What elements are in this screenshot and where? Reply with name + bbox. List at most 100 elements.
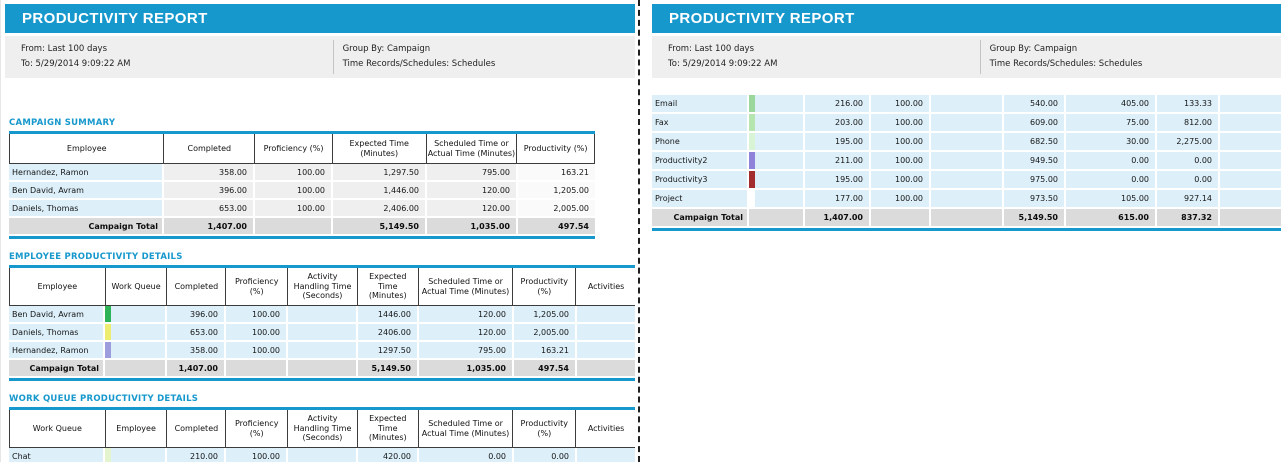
cell-value: 2,406.00 [333,200,427,216]
cell-value: 949.50 [1004,152,1066,169]
cell-value: 100.00 [226,342,288,358]
cell-value: 100.00 [871,152,931,169]
series-color-bar [105,448,111,462]
row-label: Hernandez, Ramon [9,342,105,358]
info-date-range: From: Last 100 days To: 5/29/2014 9:09:2… [5,36,333,78]
row-label: Fax [652,114,749,131]
cell-value: 100.00 [226,306,288,322]
cell-value: 0.00 [514,448,577,462]
info-date-range: From: Last 100 days To: 5/29/2014 9:09:2… [652,36,980,78]
table-row: Phone 195.00 100.00 682.50 30.00 2,275.00 [652,133,1281,150]
table-bottom-rule [9,236,595,239]
column-header: Productivity (%) [523,143,588,153]
cell-value: 120.00 [419,324,514,340]
cell-value: 100.00 [871,133,931,150]
cell-value [288,360,358,376]
cell-value: 100.00 [255,164,333,180]
column-header: Employee [10,134,165,163]
info-from: From: Last 100 days [668,44,755,54]
table-bottom-rule [652,228,1281,231]
info-time-records: Time Records/Schedules: Schedules [342,59,496,69]
column-header: Scheduled Time or Actual Time (Minutes) [419,268,514,305]
info-divider [979,40,981,74]
series-color-bar [749,114,755,131]
cell-value: 100.00 [255,182,333,198]
report-title-bar: PRODUCTIVITY REPORT [5,4,635,33]
cell-value: 216.00 [805,95,871,112]
info-from: From: Last 100 days [21,44,108,54]
report-title: PRODUCTIVITY REPORT [669,10,855,27]
cell-value: 1,407.00 [167,360,226,376]
report-title-bar: PRODUCTIVITY REPORT [652,4,1281,33]
cell-value: 1,446.00 [333,182,427,198]
table-row: Productivity3 195.00 100.00 975.00 0.00 0.00 [652,171,1281,188]
info-grouping: Group By: Campaign Time Records/Schedule… [333,36,496,78]
section-campaign-summary: CAMPAIGN SUMMARY Employee Completed Profic… [5,118,635,239]
section-work-queue-details: WORK QUEUE PRODUCTIVITY DETAILS Work Que… [5,394,635,462]
cell-value [1220,209,1281,226]
section-employee-details: EMPLOYEE PRODUCTIVITY DETAILS Employee Wo… [5,252,635,381]
row-label: Phone [652,133,749,150]
row-label: Productivity3 [652,171,749,188]
table-bottom-rule [9,378,635,381]
report-info-bar: From: Last 100 days To: 5/29/2014 9:09:2… [652,36,1281,78]
cell-value: 75.00 [1066,114,1157,131]
cell-value [105,360,167,376]
column-header: Scheduled Time or Actual Time (Minutes) [427,134,518,163]
report-title: PRODUCTIVITY REPORT [22,10,208,27]
cell-value: 100.00 [871,190,931,207]
info-time-records: Time Records/Schedules: Schedules [989,59,1143,69]
table-row: Project 177.00 100.00 973.50 105.00 927.14 [652,190,1281,207]
cell-value: 100.00 [226,324,288,340]
section-title-campaign-summary: CAMPAIGN SUMMARY [9,118,116,128]
cell-value: 2406.00 [358,324,419,340]
cell-value: 1,407.00 [164,218,255,234]
cell-value: 682.50 [1004,133,1066,150]
row-label: Daniels, Thomas [9,324,105,340]
campaign-summary-table: Employee Completed Proficiency (%) Expected… [9,134,595,239]
cell-value [577,342,635,358]
cell-value: 120.00 [419,306,514,322]
table-row: Daniels, Thomas 653.00 100.00 2406.00 120.00… [9,324,635,340]
column-header: Proficiency (%) [226,410,289,447]
info-group-by: Group By: Campaign [989,44,1078,54]
cell-value: 0.00 [1157,152,1220,169]
cell-value [749,114,805,131]
cell-value [288,342,358,358]
column-header: Employee [10,268,106,305]
cell-value: 1,205.00 [518,182,595,198]
cell-value: 1,205.00 [514,306,577,322]
cell-value: 0.00 [1066,171,1157,188]
cell-value: 497.54 [518,218,595,234]
cell-value [255,218,333,234]
total-row: Campaign Total 1,407.00 5,149.50 615.00 837.… [652,209,1281,226]
cell-value [931,190,1004,207]
column-header: Employee [106,410,168,447]
cell-value: 0.00 [1157,171,1220,188]
cell-value: 837.32 [1157,209,1220,226]
cell-value [577,324,635,340]
cell-value [871,209,931,226]
total-row: Campaign Total 1,407.00 5,149.50 1,035.00 49… [9,360,635,376]
row-label: Chat [9,448,105,462]
cell-value: 5,149.50 [333,218,427,234]
cell-value: 210.00 [167,448,226,462]
cell-value: 163.21 [518,164,595,180]
cell-value: 358.00 [164,164,255,180]
series-color-bar [749,152,755,169]
series-color-bar [105,342,111,358]
cell-value: 812.00 [1157,114,1220,131]
cell-value: 2,275.00 [1157,133,1220,150]
cell-value [931,171,1004,188]
work-queue-continued-table: Email 216.00 100.00 540.00 405.00 133.33 Fax 20… [652,95,1281,231]
cell-value: 105.00 [1066,190,1157,207]
cell-value: 1,407.00 [805,209,871,226]
column-header: Expected Time (Minutes) [333,134,427,163]
cell-value: 975.00 [1004,171,1066,188]
column-header: Expected Time (Minutes) [358,268,419,305]
cell-value: 120.00 [427,182,518,198]
total-label: Campaign Total [9,360,105,376]
cell-value: 927.14 [1157,190,1220,207]
cell-value [1220,133,1281,150]
info-group-by: Group By: Campaign [342,44,431,54]
